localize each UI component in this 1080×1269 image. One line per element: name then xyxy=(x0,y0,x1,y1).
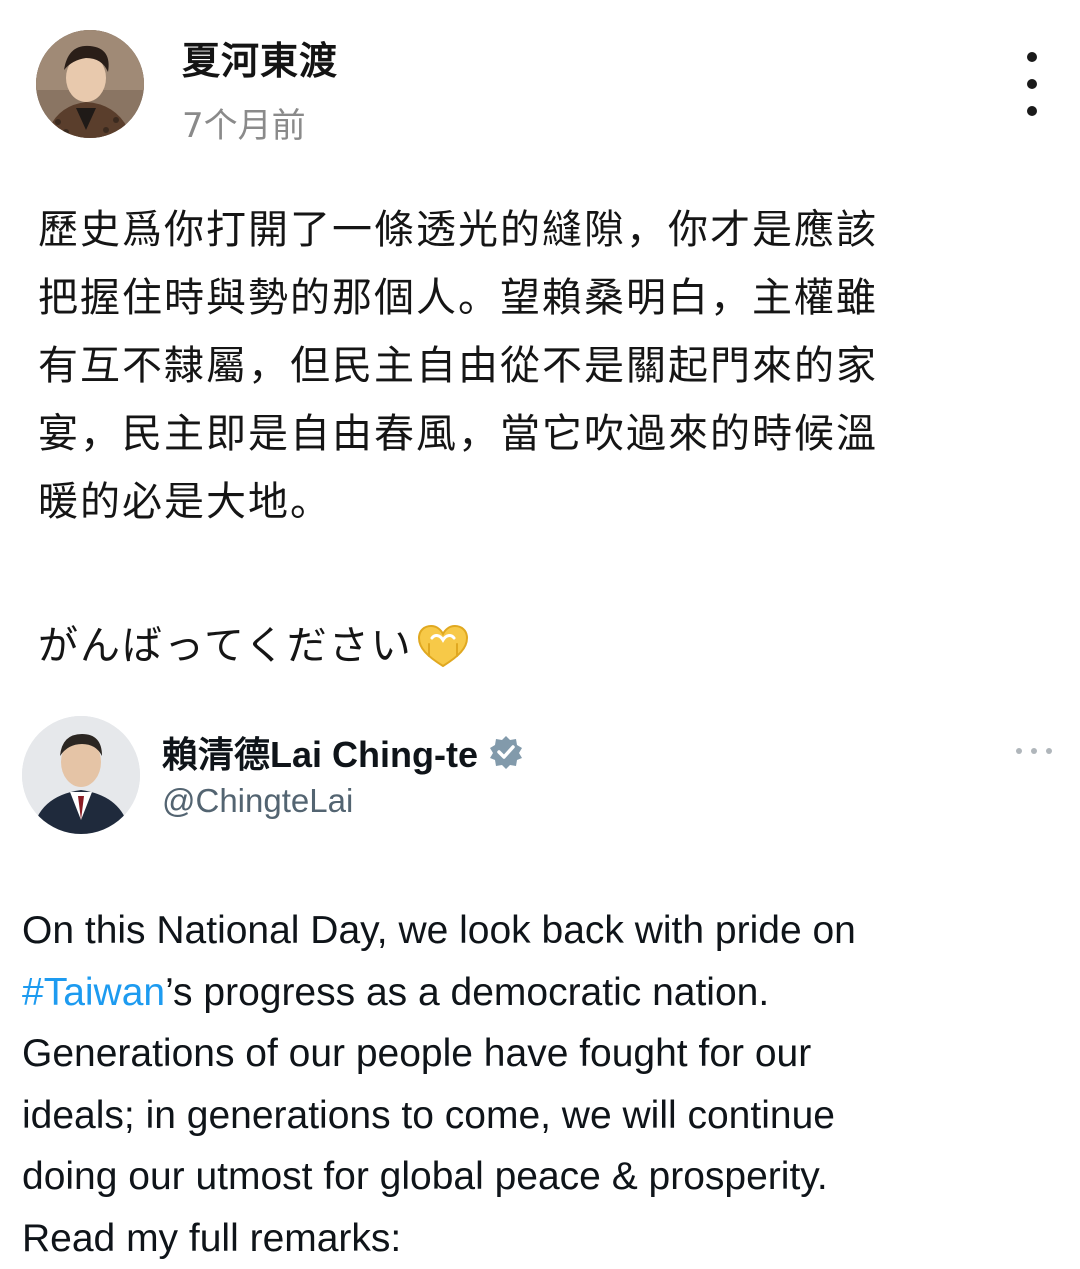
post-timestamp: 7个月前 xyxy=(182,106,306,146)
more-options-button[interactable] xyxy=(1010,52,1054,116)
tweet-more-icon xyxy=(1016,746,1052,756)
vertical-ellipsis-icon-dot-2 xyxy=(1027,79,1037,89)
tweet-text-line: On this National Day, we look back with … xyxy=(22,909,856,952)
post-body-line: 歷史爲你打開了一條透光的縫隙，你才是應該 xyxy=(38,207,878,253)
tweet-author-handle: @ChingteLai xyxy=(162,782,354,819)
author-avatar-image xyxy=(36,30,144,138)
vertical-ellipsis-icon-dot-1 xyxy=(1027,52,1037,62)
post-body-line: 有互不隸屬，但民主自由從不是關起門來的家 xyxy=(38,343,878,389)
verified-badge-icon xyxy=(488,734,524,770)
author-name[interactable]: 夏河東渡 xyxy=(182,30,338,85)
tweet-text-fragment: ’s progress as a democratic nation. xyxy=(165,970,770,1014)
author-avatar[interactable] xyxy=(36,30,144,138)
tweet-text-line: #Taiwan’s progress as a democratic natio… xyxy=(22,962,1062,1024)
tweet-author-name: 賴清德Lai Ching-te xyxy=(162,726,524,778)
tweet-avatar-image xyxy=(22,716,140,834)
tweet-text: On this National Day, we look back with … xyxy=(22,900,1062,1269)
tweet-author-avatar xyxy=(22,716,140,834)
tweet-text-line: ideals; in generations to come, we will … xyxy=(22,1093,835,1137)
tweet-text-line: Generations of our people have fought fo… xyxy=(22,1032,812,1075)
embedded-tweet-screenshot[interactable]: 賴清德Lai Ching-te @ChingteLai On this Nati… xyxy=(0,690,1080,1269)
post-body-line: 宴，民主即是自由春風，當它吹過來的時候溫 xyxy=(38,411,878,457)
post-body-line: 把握住時與勢的那個人。望賴桑明白，主權雖 xyxy=(38,275,878,321)
heart-hands-icon xyxy=(415,622,471,670)
tweet-author-name-text: 賴清德Lai Ching-te xyxy=(162,734,478,775)
tweet-text-line: Read my full remarks: xyxy=(22,1216,402,1260)
tweet-text-line: doing our utmost for global peace & pros… xyxy=(22,1155,828,1198)
post-body-line: 暖的必是大地。 xyxy=(38,479,332,525)
post-header: 夏河東渡 7个月前 xyxy=(0,0,1080,150)
post-cheer-line: がんばってください xyxy=(38,612,471,680)
cheer-text: がんばってください xyxy=(38,623,413,669)
hashtag-link: #Taiwan xyxy=(22,970,166,1014)
vertical-ellipsis-icon-dot-3 xyxy=(1027,106,1037,116)
post-body: 歷史爲你打開了一條透光的縫隙，你才是應該 把握住時與勢的那個人。望賴桑明白，主權… xyxy=(38,196,1008,536)
